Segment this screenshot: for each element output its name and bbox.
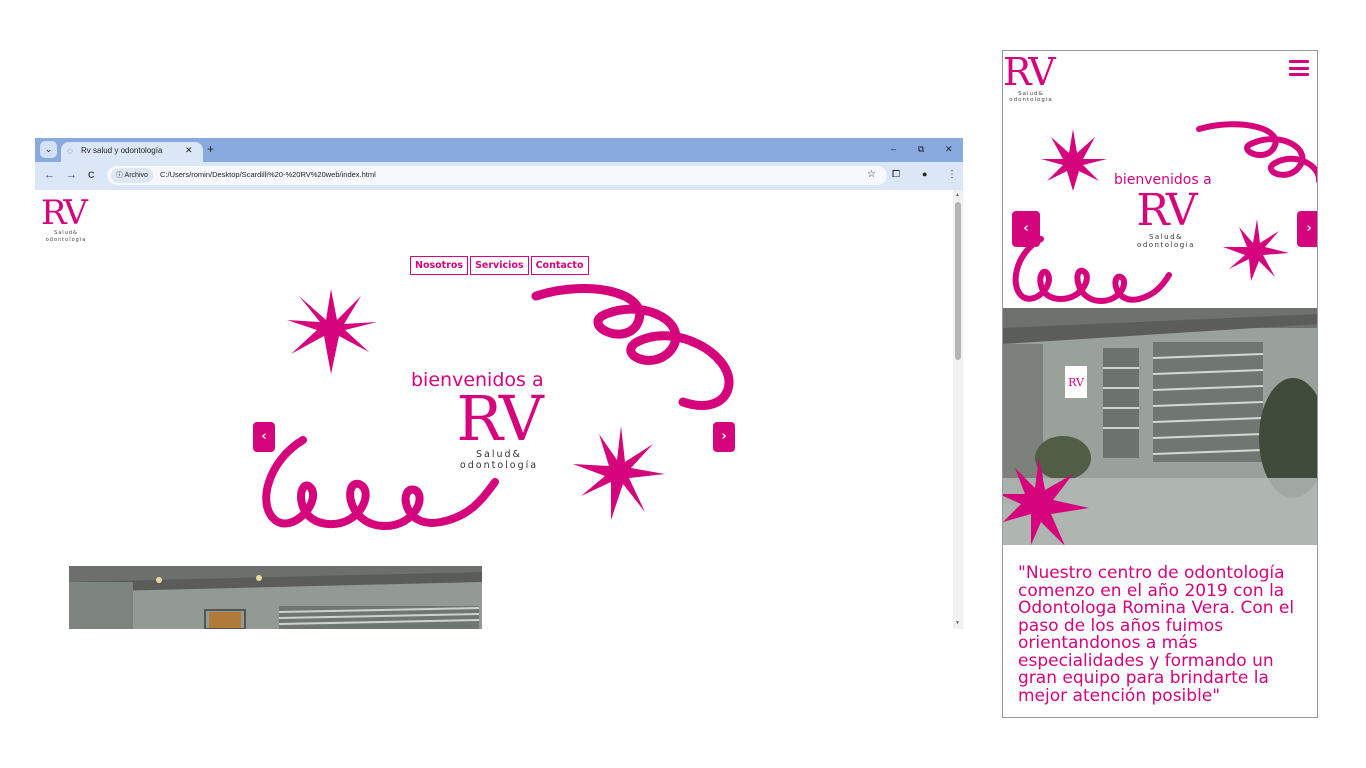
squiggle-icon: [531, 284, 734, 410]
nav-link-contacto[interactable]: Contacto: [530, 256, 589, 275]
tab-list-icon[interactable]: ⌄: [40, 141, 57, 158]
kebab-menu-icon[interactable]: ⋮: [947, 169, 957, 180]
star-icon[interactable]: ☆: [867, 169, 876, 180]
mobile-logo[interactable]: RV Salud& odontologia: [1003, 53, 1059, 104]
carousel-next-button[interactable]: ›: [713, 422, 735, 452]
mobile-hero-carousel: bienvenidos a RV Salud& odontologia: [1003, 121, 1317, 307]
mobile-carousel-next-button[interactable]: ›: [1297, 211, 1317, 247]
close-icon[interactable]: ✕: [185, 145, 193, 156]
starburst-icon: [1041, 129, 1107, 191]
address-bar[interactable]: ⓘ Archivo C:/Users/romin/Desktop/Scardil…: [107, 166, 887, 185]
extensions-icon[interactable]: ⧠: [892, 169, 900, 180]
nav-link-servicios[interactable]: Servicios: [470, 256, 529, 275]
browser-window: ⌄ ◌ Rv salud y odontología ✕ + – ⧉ ✕ ← →…: [35, 138, 963, 629]
reload-icon[interactable]: C: [88, 169, 95, 181]
page-scrollbar[interactable]: ▲ ▼: [953, 190, 963, 629]
starburst-icon: [573, 426, 665, 520]
site-nav: Nosotros Servicios Contacto: [410, 256, 589, 275]
mobile-preview: RV Salud& odontologia bienvenidos a RV S…: [1002, 50, 1318, 718]
mobile-carousel-prev-button[interactable]: ‹: [1012, 211, 1040, 247]
site-logo[interactable]: RV Salud& odontología: [41, 196, 91, 244]
logo-line2: odontología: [45, 236, 87, 243]
starburst-icon: [287, 289, 377, 374]
clinic-facade-image: [69, 566, 482, 629]
tab-title: Rv salud y odontología: [81, 146, 163, 155]
nav-link-nosotros[interactable]: Nosotros: [410, 256, 469, 275]
browser-toolbar: ← → C ⓘ Archivo C:/Users/romin/Desktop/S…: [35, 162, 963, 190]
url-text[interactable]: C:/Users/romin/Desktop/Scardilli%20-%20R…: [160, 170, 376, 179]
mobile-about-quote: "Nuestro centro de odontología comenzo e…: [1018, 563, 1295, 706]
minimize-icon[interactable]: –: [891, 144, 896, 154]
tab-bar: ⌄ ◌ Rv salud y odontología ✕ + – ⧉ ✕: [35, 138, 963, 162]
svg-text:RV: RV: [1068, 376, 1085, 389]
mobile-hero-logo: RV Salud& odontologia: [1133, 185, 1199, 250]
logo-mark: RV: [41, 193, 88, 233]
mobile-logo-line2: odontologia: [1009, 97, 1053, 104]
plus-icon[interactable]: +: [207, 142, 214, 156]
profile-icon[interactable]: ●: [922, 169, 927, 180]
hero-logo-line2: odontología: [459, 459, 539, 471]
squiggle-icon: [1196, 121, 1317, 184]
hero-logo: RV Salud& odontología: [451, 388, 547, 472]
scroll-down-icon[interactable]: ▼: [955, 620, 960, 626]
mobile-logo-mark: RV: [1003, 50, 1056, 94]
scroll-up-icon[interactable]: ▲: [955, 192, 960, 198]
mobile-clinic-facade-image: RV: [1003, 308, 1317, 545]
hero-logo-mark: RV: [456, 382, 543, 455]
carousel-prev-button[interactable]: ‹: [253, 422, 275, 452]
favicon-icon: ◌: [67, 146, 73, 157]
starburst-icon: [1223, 219, 1289, 281]
close-window-icon[interactable]: ✕: [945, 144, 953, 154]
mobile-hero-logo-mark: RV: [1136, 185, 1197, 236]
site-info-chip[interactable]: ⓘ Archivo: [111, 168, 153, 183]
scrollbar-thumb[interactable]: [955, 202, 961, 360]
page-viewport: RV Salud& odontología Nosotros Servicios…: [35, 190, 953, 629]
mobile-hero-logo-line2: odontologia: [1137, 241, 1195, 250]
clinic-photo: [69, 566, 482, 629]
mobile-clinic-photo: RV: [1003, 308, 1317, 545]
restore-icon[interactable]: ⧉: [918, 144, 924, 154]
browser-tab[interactable]: ◌ Rv salud y odontología ✕: [61, 142, 203, 162]
hero-carousel: bienvenidos a RV Salud& odontología: [251, 284, 737, 554]
hamburger-menu-icon[interactable]: [1289, 60, 1309, 76]
back-arrow-icon[interactable]: ←: [44, 169, 55, 181]
forward-arrow-icon[interactable]: →: [66, 169, 77, 181]
